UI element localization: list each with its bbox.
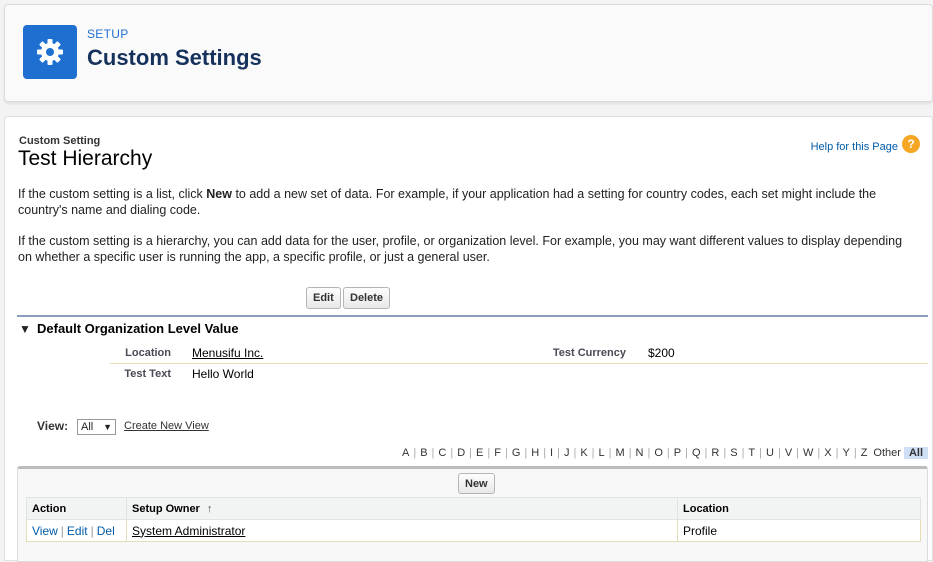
- alpha-filter-h[interactable]: H: [528, 447, 542, 459]
- alpha-filter-c[interactable]: C: [435, 447, 449, 459]
- new-button[interactable]: New: [458, 473, 495, 494]
- table-row: View | Edit | Del System Administrator Profi…: [26, 519, 921, 542]
- alpha-filter-t[interactable]: T: [745, 447, 758, 459]
- test-text-value: Hello World: [192, 367, 254, 381]
- row-owner-link[interactable]: System Administrator: [132, 524, 245, 538]
- alpha-filter-p[interactable]: P: [671, 447, 684, 459]
- currency-value: $200: [648, 346, 675, 360]
- default-org-section-header[interactable]: ▼ Default Organization Level Value: [17, 315, 928, 341]
- alpha-filter-b[interactable]: B: [417, 447, 430, 459]
- alpha-filter-q[interactable]: Q: [689, 447, 704, 459]
- page-eyebrow: Custom Setting: [19, 135, 101, 147]
- para1-text-a: If the custom setting is a list, click: [18, 187, 207, 201]
- intro-paragraph-list: If the custom setting is a list, click N…: [18, 187, 918, 218]
- row-owner-cell: System Administrator: [126, 519, 678, 542]
- action-separator: |: [90, 523, 94, 538]
- test-text-label: Test Text: [124, 368, 171, 380]
- table-header-row: Action Setup Owner ↑ Location: [26, 497, 921, 520]
- row-view-link[interactable]: View: [32, 524, 58, 538]
- location-value[interactable]: Menusifu Inc.: [192, 346, 263, 360]
- row-location-cell: Profile: [677, 519, 921, 542]
- gear-icon: [23, 25, 77, 79]
- view-label: View:: [37, 419, 69, 433]
- view-select[interactable]: All ▼: [77, 419, 116, 435]
- triangle-down-icon[interactable]: ▼: [19, 322, 31, 336]
- view-select-value: All: [81, 421, 94, 433]
- row-del-link[interactable]: Del: [97, 524, 115, 538]
- action-separator: |: [60, 523, 64, 538]
- alpha-filter-z[interactable]: Z: [858, 447, 871, 459]
- alpha-filter-n[interactable]: N: [633, 447, 647, 459]
- alpha-filter-l[interactable]: L: [596, 447, 608, 459]
- alpha-filter-s[interactable]: S: [727, 447, 740, 459]
- alphabet-filter: A | B | C | D | E | F | G | H | I | J | K | L | M | N | O | P | Q | R | S | T |…: [399, 446, 928, 460]
- alpha-filter-other[interactable]: Other: [870, 447, 904, 459]
- col-header-location: Location: [677, 497, 921, 520]
- alpha-filter-x[interactable]: X: [821, 447, 834, 459]
- alpha-filter-all[interactable]: All: [903, 447, 928, 459]
- alpha-filter-y[interactable]: Y: [839, 447, 852, 459]
- alpha-filter-w[interactable]: W: [800, 447, 816, 459]
- alpha-filter-i[interactable]: I: [547, 447, 556, 459]
- section-title: Default Organization Level Value: [37, 321, 239, 336]
- page-title: Test Hierarchy: [18, 147, 153, 170]
- create-new-view-link[interactable]: Create New View: [124, 420, 209, 432]
- edit-button[interactable]: Edit: [306, 287, 341, 309]
- alpha-filter-d[interactable]: D: [454, 447, 468, 459]
- sort-ascending-icon: ↑: [206, 502, 213, 515]
- alpha-filter-k[interactable]: K: [577, 447, 590, 459]
- alpha-filter-o[interactable]: O: [651, 447, 666, 459]
- col-header-action: Action: [26, 497, 127, 520]
- alpha-filter-j[interactable]: J: [561, 447, 573, 459]
- col-header-setup-owner[interactable]: Setup Owner ↑: [126, 497, 678, 520]
- alpha-filter-f[interactable]: F: [491, 447, 504, 459]
- header-title: Custom Settings: [87, 45, 262, 70]
- currency-label: Test Currency: [552, 347, 626, 359]
- help-icon[interactable]: ?: [902, 135, 920, 153]
- alpha-filter-e[interactable]: E: [473, 447, 486, 459]
- alpha-filter-m[interactable]: M: [613, 447, 628, 459]
- delete-button[interactable]: Delete: [343, 287, 391, 309]
- chevron-down-icon: ▼: [103, 422, 112, 432]
- page-header: SETUP Custom Settings: [4, 4, 933, 102]
- help-link[interactable]: Help for this Page: [811, 141, 898, 153]
- alpha-filter-g[interactable]: G: [509, 447, 524, 459]
- col-header-owner-label: Setup Owner: [132, 502, 200, 515]
- para1-bold-new: New: [206, 187, 232, 201]
- intro-paragraph-hierarchy: If the custom setting is a hierarchy, yo…: [18, 234, 903, 264]
- alpha-filter-v[interactable]: V: [782, 447, 795, 459]
- header-eyebrow: SETUP: [87, 27, 129, 41]
- alpha-filter-r[interactable]: R: [708, 447, 722, 459]
- row-actions: View | Edit | Del: [26, 519, 127, 542]
- alpha-filter-u[interactable]: U: [763, 447, 777, 459]
- settings-table: Action Setup Owner ↑ Location View | Edit |…: [26, 497, 921, 542]
- row-edit-link[interactable]: Edit: [67, 524, 88, 538]
- alpha-filter-a[interactable]: A: [399, 447, 412, 459]
- related-list: New Action Setup Owner ↑ Location View | E…: [17, 466, 928, 562]
- main-panel: Custom Setting Test Hierarchy Help for t…: [4, 116, 933, 562]
- field-row-divider: [110, 363, 928, 364]
- location-label: Location: [125, 347, 171, 359]
